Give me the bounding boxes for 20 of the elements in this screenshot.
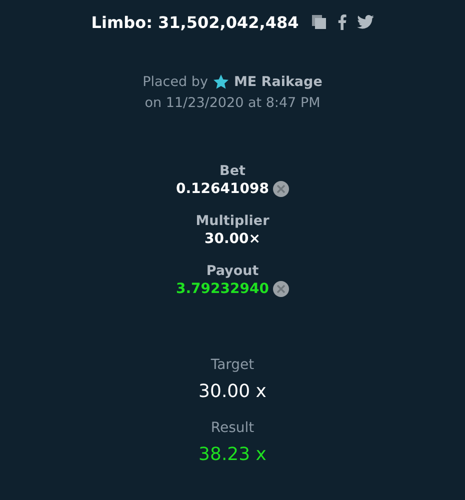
outcome-value: 38.23 x — [198, 444, 266, 465]
placed-by-label: Placed by — [142, 74, 208, 90]
bet-date: on 11/23/2020 at 8:47 PM — [144, 95, 320, 111]
username-link[interactable]: ME Raikage — [234, 74, 322, 90]
copy-icon[interactable] — [310, 14, 327, 30]
stat-value: 3.79232940 — [176, 281, 269, 297]
stat-label: Multiplier — [196, 213, 270, 229]
outcome-label: Result — [210, 420, 254, 436]
bet-title: Limbo: 31,502,042,484 — [91, 12, 299, 32]
outcome-value: 30.00 x — [198, 381, 266, 402]
facebook-icon[interactable] — [336, 14, 347, 30]
stat-value: 30.00× — [204, 231, 260, 247]
twitter-icon[interactable] — [356, 15, 374, 29]
outcome-label: Target — [210, 357, 254, 373]
stat-value: 0.12641098 — [176, 181, 269, 197]
star-icon — [212, 74, 229, 90]
coin-icon — [273, 281, 289, 297]
stat-label: Payout — [206, 263, 259, 279]
stat-label: Bet — [220, 163, 246, 179]
coin-icon — [273, 181, 289, 197]
